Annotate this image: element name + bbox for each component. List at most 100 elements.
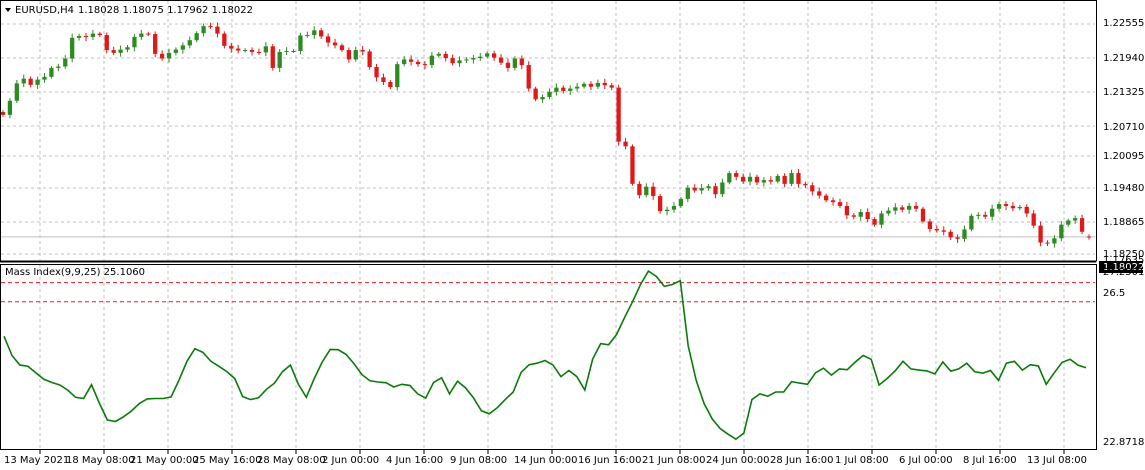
candle-body [734,173,739,177]
candle-body [35,79,40,85]
candle-body [616,87,621,142]
candle-body [1073,218,1078,221]
candle-body [1079,218,1085,232]
candle-body [49,67,54,77]
time-label: 6 Jul 00:00 [899,455,953,466]
candle-body [588,83,594,87]
candle-body [941,230,946,232]
candle-body [436,53,441,56]
time-label: 4 Jun 16:00 [386,455,443,466]
time-label: 21 May 00:00 [130,455,199,466]
candle-body [747,176,753,182]
chart-background [0,0,1145,470]
candle-body [222,33,227,46]
candle-body [1024,206,1029,214]
price-label: 1.20710 [1103,122,1144,133]
candle-body [678,198,684,206]
candle-body [70,37,75,59]
candle-body [415,61,421,65]
candle-body [872,219,877,225]
candle-body [325,36,331,43]
candle-body [907,205,912,210]
candle-body [630,146,635,184]
candle-body [111,50,116,53]
candle-body [360,50,365,52]
candle-body [180,45,185,50]
candle-body [900,207,905,210]
candle-body [229,45,234,49]
candle-body [291,50,296,52]
candle-body [146,33,151,35]
candle-body [388,81,393,88]
time-label: 21 Jun 08:00 [642,455,706,466]
time-label: 16 Jun 16:00 [578,455,642,466]
candle-body [803,183,808,186]
candle-body [173,49,179,53]
candle-body [962,229,967,239]
candle-body [284,50,289,52]
candle-body [768,180,773,182]
candle-body [83,35,89,37]
candle-body [651,186,656,197]
candle-body [955,237,960,239]
candle-body [692,187,697,191]
candle-body [1017,206,1022,209]
candle-body [581,83,587,87]
candle-body [713,186,718,195]
candle-body [927,221,933,229]
time-label: 25 May 16:00 [193,455,262,466]
candle-body [0,112,6,115]
candle-body [367,51,372,67]
candle-body [270,46,275,68]
candle-body [159,53,165,59]
candle-body [996,204,1002,209]
candle-body [740,176,746,182]
candle-body [540,97,545,100]
candle-body [457,60,462,64]
candle-body [913,205,919,209]
time-label: 28 Jun 16:00 [770,455,834,466]
chart-window[interactable]: EURUSD,H4 1.18028 1.18075 1.17962 1.1802… [0,0,1145,470]
candle-body [644,186,649,196]
candle-body [56,66,61,68]
candle-body [623,141,628,147]
chart-canvas[interactable]: EURUSD,H4 1.18028 1.18075 1.17962 1.1802… [0,0,1145,470]
candle-body [657,196,663,212]
candle-body [76,35,82,38]
candle-body [824,195,829,201]
candle-body [319,30,324,37]
price-label: 1.21325 [1103,87,1144,98]
candle-body [485,53,490,57]
candle-body [879,213,884,225]
candle-body [699,188,704,191]
candle-body [97,33,102,36]
candle-body [7,100,13,115]
candle-body [574,86,580,89]
indicator-title: Mass Index(9,9,25) 25.1060 [5,267,145,278]
candle-body [332,42,338,46]
candle-body [408,59,414,62]
candle-body [948,231,953,238]
candle-body [533,88,538,100]
candle-body [1038,225,1043,243]
indicator-axis-label: 26.5 [1103,288,1125,299]
candle-body [976,214,981,216]
candle-body [402,59,407,65]
candle-body [775,175,780,182]
candle-body [90,33,96,37]
candle-body [422,64,428,66]
candle-body [664,209,670,212]
candle-body [637,183,642,196]
candle-body [242,50,248,52]
price-label: 1.18865 [1103,217,1144,228]
price-label: 1.22555 [1103,18,1144,29]
candle-body [208,26,213,28]
candle-body [685,187,690,199]
candle-body [851,215,856,217]
candle-body [886,210,891,214]
candle-body [789,173,794,184]
candle-body [990,208,995,217]
candle-body [215,26,220,34]
candle-body [782,175,787,184]
candle-body [353,50,358,60]
